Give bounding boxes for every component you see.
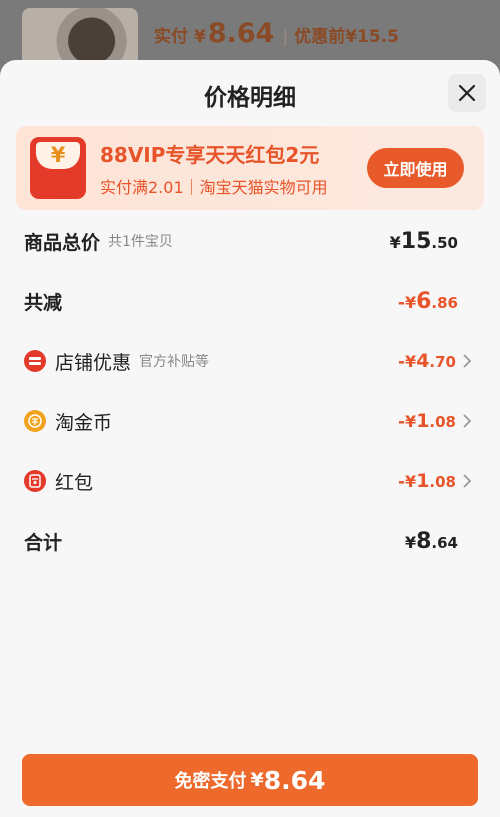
sum-value: ¥ 8 .64 (404, 528, 458, 554)
taojinbi-value: - ¥ 1 .08 (397, 410, 456, 432)
coin-symbol: ¥ (50, 143, 66, 167)
close-icon (458, 84, 476, 102)
promo-title: 88VIP专享天天红包2元 (100, 143, 320, 167)
sheet-title: 价格明细 (204, 85, 296, 111)
store-discount-icon (24, 350, 46, 372)
red-packet-small-icon (24, 470, 46, 492)
divider: | (282, 27, 289, 47)
red-packet-value: - ¥ 1 .08 (397, 470, 456, 492)
row-total-discount: 共减 - ¥ 6 .86 (0, 281, 500, 321)
row-taojinbi[interactable]: 淘金币 - ¥ 1 .08 (0, 401, 500, 441)
red-packet-icon: ¥ (30, 137, 86, 199)
price-detail-sheet: 价格明细 ¥ 88VIP专享天天红包2元 实付满2.01｜淘宝天猫实物可用 立即… (0, 60, 500, 817)
gold-coin-icon (24, 410, 46, 432)
pay-button-label: 免密支付 (174, 771, 247, 792)
red-packet-label: 红包 (55, 471, 94, 494)
close-button[interactable] (448, 74, 486, 112)
original-amount: ¥15.5 (345, 27, 399, 47)
paid-label: 实付 (154, 27, 188, 47)
total-goods-value: ¥ 15 .50 (389, 228, 458, 254)
row-red-packet[interactable]: 红包 - ¥ 1 .08 (0, 461, 500, 501)
pay-button-currency: ¥ (250, 769, 264, 791)
original-label: 优惠前 (294, 27, 346, 47)
password-free-pay-button[interactable]: 免密支付 ¥ 8.64 (22, 754, 478, 806)
use-now-button[interactable]: 立即使用 (367, 148, 464, 188)
total-goods-label: 商品总价 (24, 231, 101, 254)
row-sum: 合计 ¥ 8 .64 (0, 521, 500, 561)
product-thumbnail (22, 8, 138, 68)
sum-label: 合计 (24, 531, 63, 554)
total-discount-value: - ¥ 6 .86 (397, 288, 458, 314)
promo-subtitle: 实付满2.01｜淘宝天猫实物可用 (100, 178, 328, 197)
total-discount-label: 共减 (24, 291, 63, 314)
pay-button-amount: 8.64 (263, 765, 326, 795)
vip-promo-banner: ¥ 88VIP专享天天红包2元 实付满2.01｜淘宝天猫实物可用 立即使用 (16, 126, 484, 210)
background-price: 实付 ¥ 8.64 | 优惠前 ¥15.5 (154, 18, 399, 49)
chevron-right-icon (463, 474, 472, 488)
chevron-right-icon (463, 354, 472, 368)
store-discount-label: 店铺优惠 (55, 351, 132, 374)
store-discount-value: - ¥ 4 .70 (397, 350, 456, 372)
paid-amount: 8.64 (207, 18, 275, 49)
row-total-goods: 商品总价 共1件宝贝 ¥ 15 .50 (0, 221, 500, 261)
total-goods-note: 共1件宝贝 (108, 234, 173, 250)
store-discount-note: 官方补贴等 (139, 354, 210, 370)
row-store-discount[interactable]: 店铺优惠 官方补贴等 - ¥ 4 .70 (0, 341, 500, 381)
paid-currency: ¥ (194, 27, 206, 47)
taojinbi-label: 淘金币 (55, 411, 113, 434)
chevron-right-icon (463, 414, 472, 428)
